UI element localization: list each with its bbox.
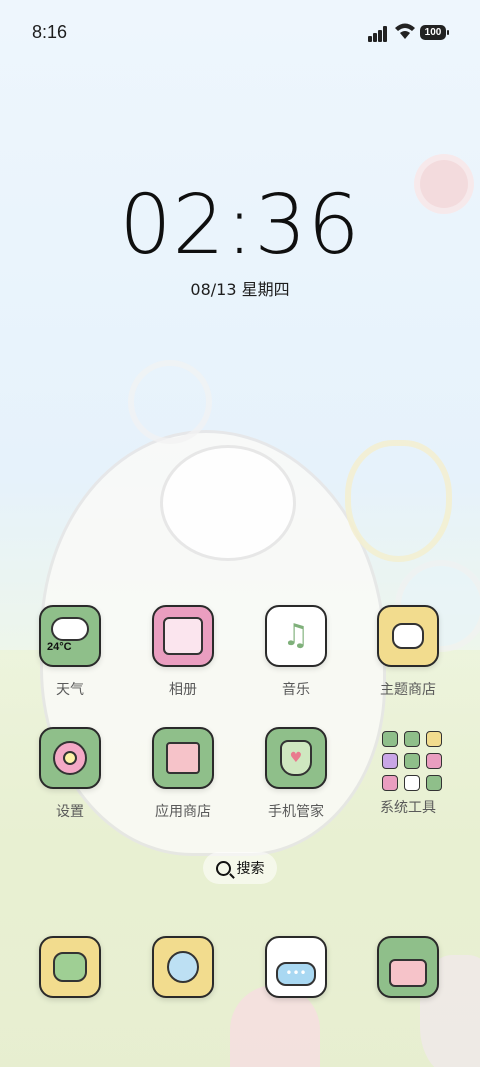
app-security[interactable]: ♥ 手机管家: [248, 727, 344, 821]
gallery-icon: [152, 605, 214, 667]
app-theme-store[interactable]: 主题商店: [360, 605, 456, 699]
settings-icon: [39, 727, 101, 789]
theme-store-icon: [377, 605, 439, 667]
app-label: 音乐: [282, 682, 310, 698]
battery-icon: 100: [420, 25, 449, 40]
lock-date: 08/13 星期四: [190, 280, 290, 299]
bubble-illustration: [128, 360, 212, 444]
search-label: 搜索: [236, 861, 265, 877]
app-gallery[interactable]: 相册: [135, 605, 231, 699]
app-label: 主题商店: [380, 682, 436, 698]
app-store-icon: [152, 727, 214, 789]
folder-app-icon: [426, 731, 442, 747]
app-music[interactable]: ♫ 音乐: [248, 605, 344, 699]
app-label: 天气: [56, 682, 84, 698]
dock-messages[interactable]: •••: [248, 936, 344, 998]
weather-icon: 24°C: [39, 605, 101, 667]
security-icon: ♥: [265, 727, 327, 789]
dock-browser[interactable]: [135, 936, 231, 998]
app-label: 设置: [56, 804, 84, 820]
app-label: 应用商店: [155, 804, 211, 820]
bear-head-illustration: [160, 445, 296, 561]
status-time: 8:16: [32, 22, 68, 42]
search-icon: [215, 860, 231, 876]
camera-icon: [377, 936, 439, 998]
app-label: 相册: [169, 682, 197, 698]
app-weather[interactable]: 24°C 天气: [22, 605, 118, 699]
folder-system-tools[interactable]: 系统工具: [360, 727, 456, 817]
folder-app-icon: [404, 731, 420, 747]
search-button[interactable]: 搜索: [203, 852, 277, 884]
folder-label: 系统工具: [380, 800, 436, 816]
app-app-store[interactable]: 应用商店: [135, 727, 231, 821]
status-bar: 8:16 100: [0, 0, 480, 66]
folder-app-icon: [404, 775, 420, 791]
phone-icon: [39, 936, 101, 998]
dock-camera[interactable]: [360, 936, 456, 998]
folder-app-icon: [426, 753, 442, 769]
folder-app-icon: [404, 753, 420, 769]
wallpaper: [0, 0, 480, 1067]
app-label: 手机管家: [268, 804, 324, 820]
wifi-icon: [394, 22, 416, 42]
lock-clock: 02:36: [119, 178, 361, 273]
folder-app-icon: [426, 775, 442, 791]
heart-wand-illustration: [345, 440, 452, 562]
folder-app-icon: [382, 731, 398, 747]
folder-app-icon: [382, 775, 398, 791]
folder-app-icon: [382, 753, 398, 769]
signal-icon: [368, 24, 390, 42]
music-icon: ♫: [265, 605, 327, 667]
browser-icon: [152, 936, 214, 998]
messages-icon: •••: [265, 936, 327, 998]
dock-phone[interactable]: [22, 936, 118, 998]
system-tools-folder: [378, 727, 442, 791]
app-settings[interactable]: 设置: [22, 727, 118, 821]
